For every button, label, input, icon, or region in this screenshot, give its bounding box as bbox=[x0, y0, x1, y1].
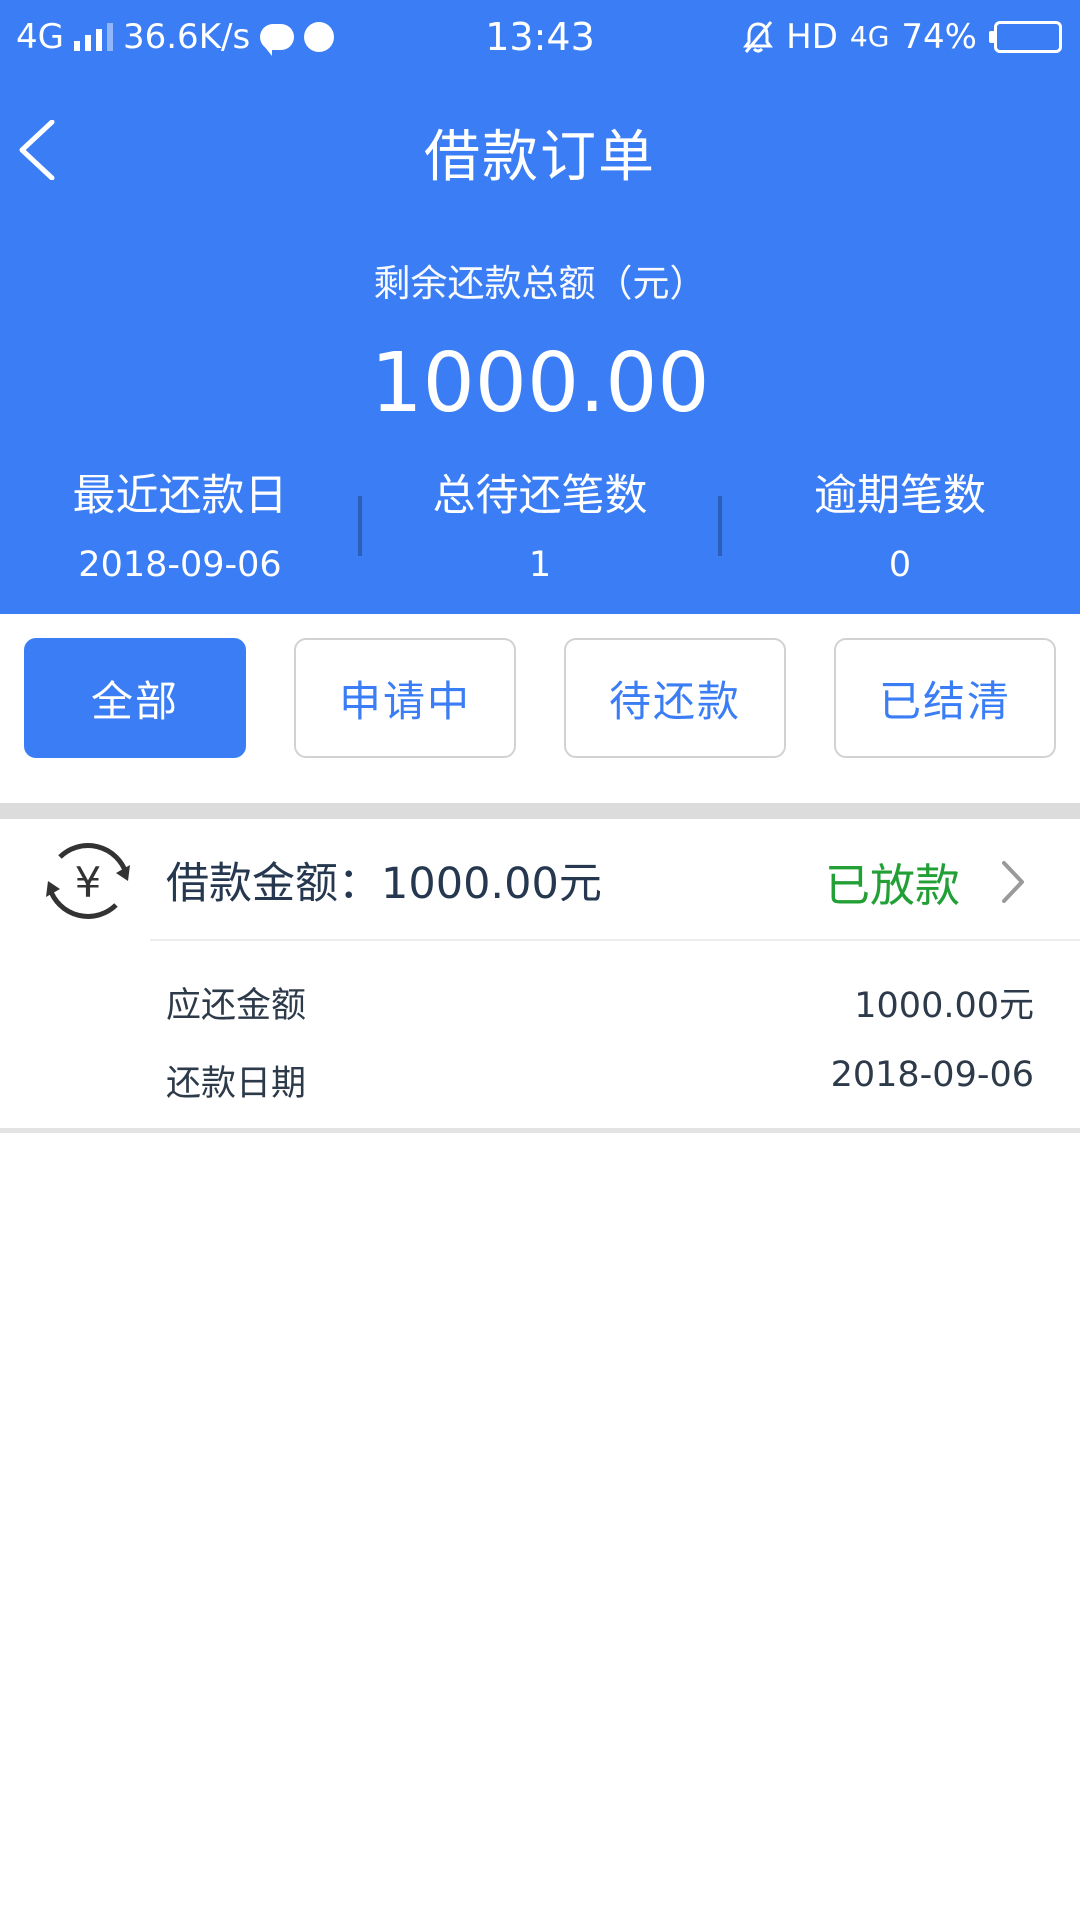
card-divider bbox=[150, 939, 1080, 941]
tab-pending-repay[interactable]: 待还款 bbox=[564, 638, 786, 758]
stat-value: 2018-09-06 bbox=[78, 545, 282, 585]
stat-pending-count: 总待还笔数 1 bbox=[360, 466, 720, 586]
stat-divider bbox=[358, 496, 362, 556]
stat-value: 1 bbox=[528, 545, 552, 585]
stats-row: 最近还款日 2018-09-06 总待还笔数 1 逾期笔数 0 bbox=[0, 466, 1080, 586]
page-title: 借款订单 bbox=[424, 125, 656, 190]
remaining-total-label: 剩余还款总额（元） bbox=[373, 262, 707, 305]
stat-divider bbox=[718, 496, 722, 556]
tab-applying[interactable]: 申请中 bbox=[294, 638, 516, 758]
stat-label: 总待还笔数 bbox=[432, 471, 648, 521]
detail-value: 2018-09-06 bbox=[830, 1055, 1034, 1095]
network-type-right: 4G bbox=[849, 20, 890, 53]
detail-key: 还款日期 bbox=[166, 1064, 307, 1104]
section-separator bbox=[0, 803, 1080, 819]
status-bar: 4G 36.6K/s 13:43 HD 4G 74% bbox=[0, 0, 1080, 74]
loan-order-card[interactable]: ¥ 借款金额：1000.00元 已放款 应还金额 1000.00元 还款日期 2… bbox=[0, 819, 1080, 1131]
stat-overdue-count: 逾期笔数 0 bbox=[720, 466, 1080, 586]
hd-indicator: HD bbox=[786, 17, 838, 57]
loan-amount-title: 借款金额：1000.00元 bbox=[166, 859, 602, 909]
tab-all[interactable]: 全部 bbox=[24, 638, 246, 758]
chevron-right-icon[interactable] bbox=[998, 859, 1028, 905]
detail-key: 应还金额 bbox=[166, 986, 307, 1026]
stat-label: 逾期笔数 bbox=[814, 471, 986, 521]
stat-label: 最近还款日 bbox=[72, 471, 288, 521]
status-right: HD 4G 74% bbox=[742, 16, 1062, 58]
tab-settled[interactable]: 已结清 bbox=[834, 638, 1056, 758]
card-bottom-border bbox=[0, 1128, 1080, 1133]
battery-percent: 74% bbox=[901, 17, 977, 57]
detail-value: 1000.00元 bbox=[854, 986, 1034, 1026]
header: 4G 36.6K/s 13:43 HD 4G 74% 借款订单 剩余还款总额（元… bbox=[0, 0, 1080, 614]
filter-tabs: 全部 申请中 待还款 已结清 bbox=[24, 638, 1056, 758]
remaining-total-amount: 1000.00 bbox=[370, 336, 710, 431]
detail-row-due-date: 还款日期 2018-09-06 bbox=[166, 1055, 1034, 1105]
svg-text:¥: ¥ bbox=[75, 858, 102, 907]
status-badge: 已放款 bbox=[824, 859, 960, 912]
stat-next-repay-date: 最近还款日 2018-09-06 bbox=[0, 466, 360, 586]
yuan-refresh-icon: ¥ bbox=[46, 843, 130, 919]
nav-bar: 借款订单 bbox=[0, 100, 1080, 196]
stat-value: 0 bbox=[888, 545, 912, 585]
battery-icon bbox=[989, 21, 1062, 53]
detail-row-due-amount: 应还金额 1000.00元 bbox=[166, 977, 1034, 1027]
bell-off-icon bbox=[743, 21, 774, 53]
